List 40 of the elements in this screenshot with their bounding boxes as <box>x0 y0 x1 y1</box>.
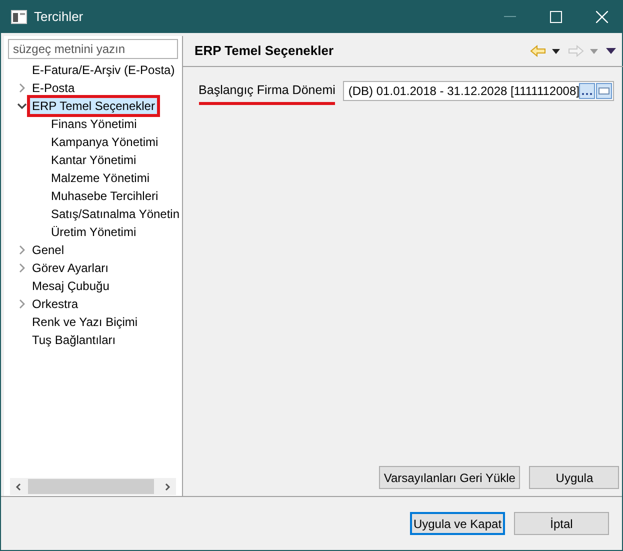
tree-item[interactable]: ERP Temel Seçenekler <box>30 98 157 114</box>
close-icon[interactable] <box>596 11 608 23</box>
scroll-thumb[interactable] <box>28 479 154 494</box>
tree-item[interactable]: Mesaj Çubuğu <box>30 278 112 294</box>
horizontal-scrollbar[interactable] <box>10 478 176 495</box>
tree-item[interactable]: Görev Ayarları <box>30 260 110 276</box>
tree-item[interactable]: E-Fatura/E-Arşiv (E-Posta) <box>30 62 177 78</box>
chevron-right-icon[interactable] <box>17 299 27 309</box>
page-button[interactable]: Uygula <box>529 466 620 489</box>
tree-item[interactable]: Kantar Yönetimi <box>49 152 138 168</box>
tree-item[interactable]: Finans Yönetimi <box>49 116 139 132</box>
back-arrow-icon[interactable] <box>530 45 546 57</box>
page-button[interactable]: Varsayılanları Geri Yükle <box>378 466 520 489</box>
tree-item[interactable]: Malzeme Yönetimi <box>49 170 152 186</box>
maximize-icon[interactable] <box>550 11 562 23</box>
chevron-down-icon[interactable] <box>17 101 27 111</box>
tree-item[interactable]: Orkestra <box>30 296 80 312</box>
tree-item[interactable]: Kampanya Yönetimi <box>49 134 160 150</box>
window-icon <box>11 10 27 24</box>
window-title: Tercihler <box>34 8 84 26</box>
tree-item[interactable]: Renk ve Yazı Biçimi <box>30 314 140 330</box>
forward-arrow-icon[interactable] <box>568 45 584 57</box>
filter-field[interactable]: süzgeç metnini yazın <box>8 39 178 59</box>
page-title: ERP Temel Seçenekler <box>194 42 334 60</box>
chevron-right-icon[interactable] <box>17 83 27 93</box>
minimize-icon[interactable] <box>504 16 516 18</box>
dialog-button[interactable]: Uygula ve Kapat <box>410 512 505 535</box>
calendar-icon[interactable] <box>596 83 612 100</box>
tree-item[interactable]: Satış/Satınalma Yönetin <box>49 206 182 222</box>
field-label: Başlangıç Firma Dönemi <box>198 81 336 105</box>
tree-item[interactable]: Tuş Bağlantıları <box>30 332 118 348</box>
dropdown-icon[interactable] <box>552 48 560 54</box>
tree-item[interactable]: Genel <box>30 242 66 258</box>
tree-item[interactable]: Üretim Yönetimi <box>49 224 138 240</box>
period-field[interactable]: (DB) 01.01.2018 - 31.12.2028 [1111112008] <box>343 81 614 102</box>
ellipsis-icon[interactable] <box>579 83 596 100</box>
menu-icon[interactable] <box>606 48 616 54</box>
dialog-button[interactable]: İptal <box>514 512 609 535</box>
tree-item[interactable]: E-Posta <box>30 80 77 96</box>
tree-item[interactable]: Muhasebe Tercihleri <box>49 188 160 204</box>
